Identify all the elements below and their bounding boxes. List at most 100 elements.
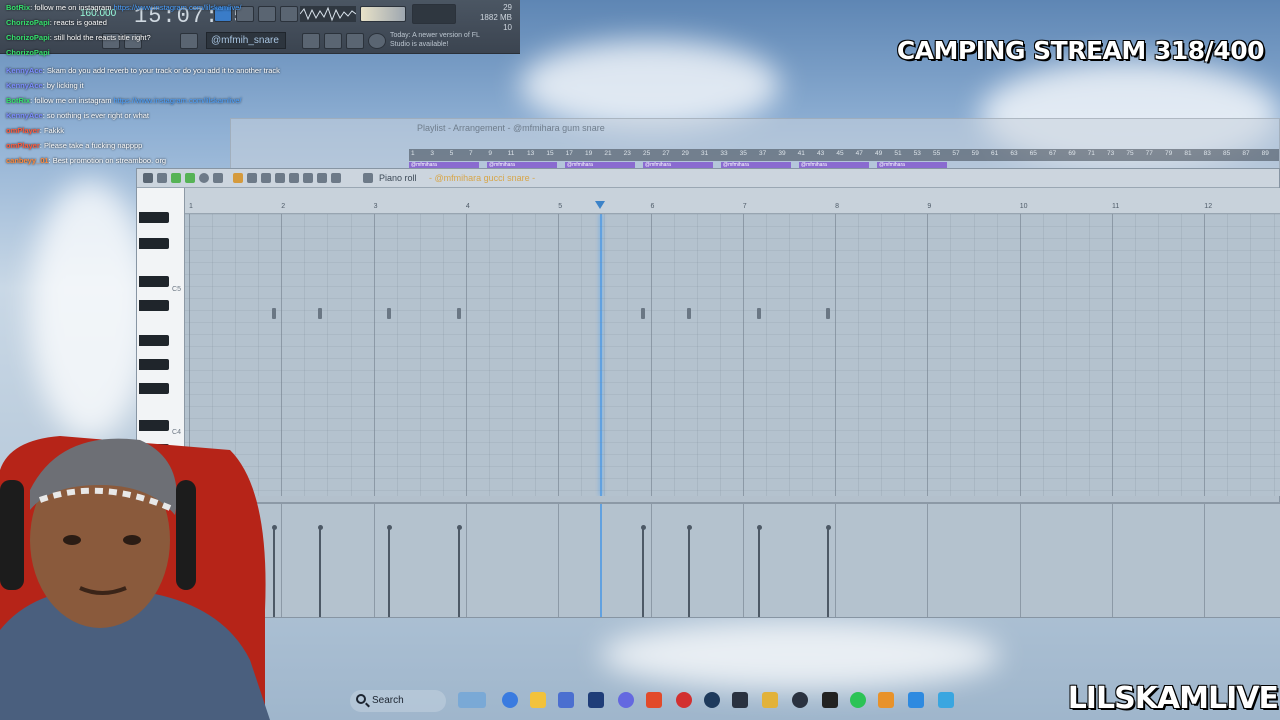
speaker-icon[interactable] bbox=[331, 173, 341, 183]
velocity-bar[interactable] bbox=[273, 528, 276, 617]
store-icon[interactable] bbox=[558, 692, 574, 708]
play-icon[interactable] bbox=[171, 173, 181, 183]
midi-note[interactable] bbox=[318, 308, 323, 319]
note-grid[interactable] bbox=[185, 214, 1280, 496]
chat-text: : by licking it bbox=[42, 81, 84, 90]
tool-button[interactable] bbox=[324, 33, 342, 49]
midi-note[interactable] bbox=[272, 308, 277, 319]
chat-message: omPlayer: Please take a fucking napppp bbox=[6, 141, 142, 150]
bar-number: 11 bbox=[1112, 203, 1120, 210]
pattern-song-toggle[interactable] bbox=[280, 6, 298, 22]
black-piano-key[interactable] bbox=[139, 383, 169, 394]
photoshop-icon[interactable] bbox=[588, 692, 604, 708]
playhead-marker[interactable] bbox=[594, 201, 605, 209]
velocity-bar[interactable] bbox=[319, 528, 322, 617]
velocity-handle[interactable] bbox=[825, 525, 831, 530]
piano-roll-window[interactable]: Piano roll - @mfmihara gucci snare - 123… bbox=[136, 168, 1280, 618]
midi-note[interactable] bbox=[387, 308, 392, 319]
news-panel[interactable]: Today: A newer version of FL Studio is a… bbox=[390, 31, 490, 49]
black-piano-key[interactable] bbox=[139, 276, 169, 287]
black-piano-key[interactable] bbox=[139, 238, 169, 249]
steam-icon[interactable] bbox=[704, 692, 720, 708]
playlist-bar-number: 19 bbox=[585, 150, 593, 157]
midi-note[interactable] bbox=[825, 308, 830, 319]
velocity-bar[interactable] bbox=[457, 528, 460, 617]
playlist-bar-number: 67 bbox=[1049, 150, 1057, 157]
record-button[interactable] bbox=[258, 6, 276, 22]
black-piano-key[interactable] bbox=[139, 300, 169, 311]
playlist-window[interactable]: Playlist - Arrangement - @mfmihara gum s… bbox=[230, 118, 1280, 174]
taskbar-search-box[interactable]: Search bbox=[350, 690, 446, 712]
menu-arrow-icon[interactable] bbox=[143, 173, 153, 183]
chat-text: : Best promotion on streamboo. org bbox=[48, 156, 167, 165]
velocity-bar[interactable] bbox=[826, 528, 829, 617]
velocity-event-editor[interactable] bbox=[185, 502, 1280, 617]
playlist-bar-number: 75 bbox=[1126, 150, 1134, 157]
velocity-handle[interactable] bbox=[387, 525, 393, 530]
tool-button[interactable] bbox=[302, 33, 320, 49]
app-icon[interactable] bbox=[732, 692, 748, 708]
playlist-bar-number: 77 bbox=[1145, 150, 1153, 157]
velocity-handle[interactable] bbox=[687, 525, 693, 530]
velocity-bar[interactable] bbox=[388, 528, 391, 617]
velocity-handle[interactable] bbox=[456, 525, 462, 530]
velocity-bar[interactable] bbox=[688, 528, 691, 617]
tool-button[interactable] bbox=[180, 33, 198, 49]
playlist-bar-number: 63 bbox=[1010, 150, 1018, 157]
velocity-handle[interactable] bbox=[756, 525, 762, 530]
piano-roll-timeline-ruler[interactable]: 1 2 3 4 5 6 7 8 9 10 11 12 bbox=[185, 188, 1280, 214]
select-icon[interactable] bbox=[303, 173, 313, 183]
app-icon[interactable] bbox=[822, 692, 838, 708]
velocity-bar[interactable] bbox=[642, 528, 645, 617]
discord-icon[interactable] bbox=[618, 692, 634, 708]
fl-studio-icon[interactable] bbox=[878, 692, 894, 708]
midi-note[interactable] bbox=[641, 308, 646, 319]
chat-text: : follow me on instagram bbox=[30, 3, 114, 12]
loop-icon[interactable] bbox=[185, 173, 195, 183]
playlist-timeline-ruler[interactable]: 1 3 5 7 9 11 13 15 17 19 21 23 25 27 29 31 33 35 37 39 41 43 4… bbox=[409, 149, 1279, 161]
4k-icon[interactable] bbox=[792, 692, 808, 708]
slice-icon[interactable] bbox=[289, 173, 299, 183]
notepad-icon[interactable] bbox=[938, 692, 954, 708]
delete-icon[interactable] bbox=[261, 173, 271, 183]
playlist-bar-number: 69 bbox=[1068, 150, 1076, 157]
chat-username: BotRix bbox=[6, 96, 31, 105]
playlist-bar-number: 65 bbox=[1029, 150, 1037, 157]
midi-note[interactable] bbox=[756, 308, 761, 319]
mute-icon[interactable] bbox=[275, 173, 285, 183]
piano-roll-pattern-name[interactable]: - @mfmihara gucci snare - bbox=[429, 173, 535, 183]
velocity-handle[interactable] bbox=[641, 525, 647, 530]
master-volume-slider[interactable] bbox=[360, 6, 406, 22]
magnet-icon[interactable] bbox=[157, 173, 167, 183]
zoom-icon[interactable] bbox=[317, 173, 327, 183]
app-icon[interactable] bbox=[676, 692, 692, 708]
velocity-bar[interactable] bbox=[757, 528, 760, 617]
black-piano-key[interactable] bbox=[139, 212, 169, 223]
midi-note[interactable] bbox=[687, 308, 692, 319]
grid-bar-line bbox=[1204, 504, 1206, 617]
tool-button[interactable] bbox=[346, 33, 364, 49]
record-icon[interactable] bbox=[199, 173, 209, 183]
playlist-bar-number: 57 bbox=[952, 150, 960, 157]
app-icon[interactable] bbox=[908, 692, 924, 708]
speaker-toggle-icon[interactable] bbox=[363, 173, 373, 183]
brave-icon[interactable] bbox=[646, 692, 662, 708]
app-icon[interactable] bbox=[762, 692, 778, 708]
pattern-selector[interactable]: @mfmih_snare bbox=[206, 32, 286, 49]
velocity-handle[interactable] bbox=[272, 525, 278, 530]
midi-note[interactable] bbox=[456, 308, 461, 319]
velocity-handle[interactable] bbox=[318, 525, 324, 530]
chat-link[interactable]: https://www.instagram.com/lilskamlive/ bbox=[114, 96, 242, 105]
task-view-icon[interactable] bbox=[458, 692, 486, 708]
file-explorer-icon[interactable] bbox=[530, 692, 546, 708]
undo-icon[interactable] bbox=[213, 173, 223, 183]
chat-text: : Fakkk bbox=[39, 126, 64, 135]
chrome-icon[interactable] bbox=[502, 692, 518, 708]
pencil-icon[interactable] bbox=[233, 173, 243, 183]
black-piano-key[interactable] bbox=[139, 335, 169, 346]
spotify-icon[interactable] bbox=[850, 692, 866, 708]
chat-link[interactable]: https://www.instagram.com/lilskamlive/ bbox=[114, 3, 242, 12]
black-piano-key[interactable] bbox=[139, 359, 169, 370]
brush-icon[interactable] bbox=[247, 173, 257, 183]
tool-button[interactable] bbox=[368, 33, 386, 49]
